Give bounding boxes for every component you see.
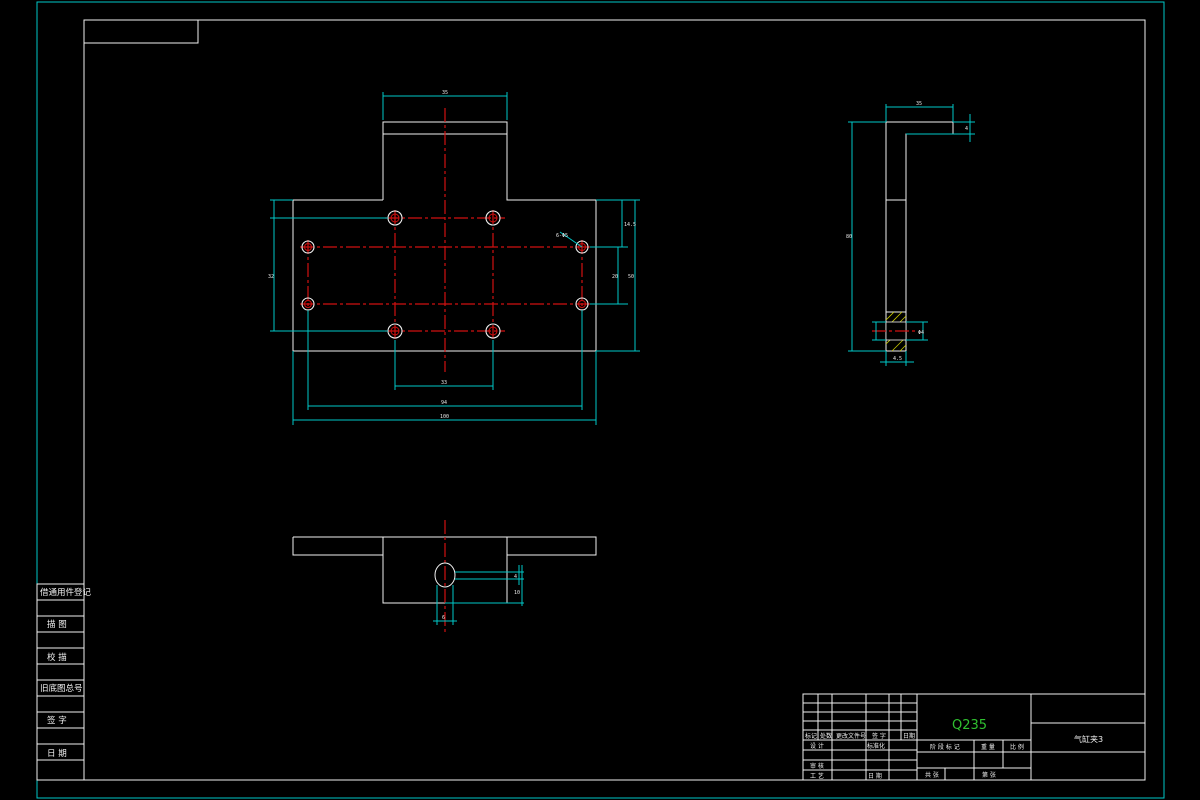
dim-total-width: 100 [440,414,449,420]
dim-side-height: 80 [846,234,852,240]
dim-front-slot-d: 6 [442,615,445,621]
side-stamp-table: 借通用件登记 描 图 校 描 旧底图总号 签 字 日 期 [36,583,92,781]
dim-right-mid: 20 [612,274,618,280]
dim-hole-span-inner: 33 [441,380,447,386]
dim-side-top: 35 [916,101,922,107]
tb-label-sign: 签 字 [872,732,886,740]
tb-label-mark: 标记 [805,732,817,740]
tb-label-standardize: 标准化 [867,742,885,750]
tb-label-scale: 比 例 [1010,743,1024,751]
side-view-outline [885,121,954,352]
dim-side-slot: Φ4 [918,330,924,336]
tb-label-stage: 阶 段 标 记 [930,743,960,751]
dim-hole-span-outer: 94 [441,400,447,406]
front-view: 4 10 6 [292,520,597,632]
tb-label-weight: 重 量 [981,743,995,751]
drawing-canvas: 借通用件登记 描 图 校 描 旧底图总号 签 字 日 期 35 33 94 10… [36,1,1165,799]
side-view: 35 4 80 Φ4 4.5 [846,101,975,366]
dim-right-height: 50 [628,274,634,280]
top-view: 35 33 94 100 32 14.5 20 50 6-Φ5 [268,90,640,425]
drawing-name: 气缸夹3 [1074,734,1103,744]
dim-side-thick: 4 [965,126,968,132]
tb-label-review: 审 核 [810,762,824,770]
dim-left-height: 32 [268,274,274,280]
tb-label-sheets: 共 张 [925,771,939,779]
drawing-frame [83,19,1146,781]
side-label-sign: 签 字 [47,715,67,726]
tb-label-change: 更改文件号 [836,732,866,740]
tb-label-design: 设 计 [810,742,824,750]
dim-front-slot-h: 10 [514,590,520,596]
side-label-check: 校 描 [47,652,67,663]
tb-label-date2: 日 期 [868,772,882,780]
title-block: 标记 处数 更改文件号 签 字 日期 设 计 标准化 审 核 工 艺 日 期 Q… [802,693,1146,781]
tb-label-process: 工 艺 [810,772,824,780]
dim-right-top: 14.5 [624,222,636,228]
tb-label-sheet: 第 张 [982,771,996,779]
side-label-trace: 描 图 [47,619,67,630]
side-label-old-number: 旧底图总号 [40,683,83,694]
side-label-borrow: 借通用件登记 [40,587,92,598]
dim-front-slot-w: 4 [514,574,517,580]
code-box [83,19,199,44]
tb-label-date: 日期 [903,732,915,740]
dim-top-width: 35 [442,90,448,96]
side-label-date: 日 期 [47,749,67,759]
material: Q235 [952,718,987,733]
tb-label-count: 处数 [820,732,832,740]
hole-note: 6-Φ5 [556,233,568,239]
sheet-border [36,1,1165,799]
dim-side-bottom: 4.5 [893,356,902,362]
